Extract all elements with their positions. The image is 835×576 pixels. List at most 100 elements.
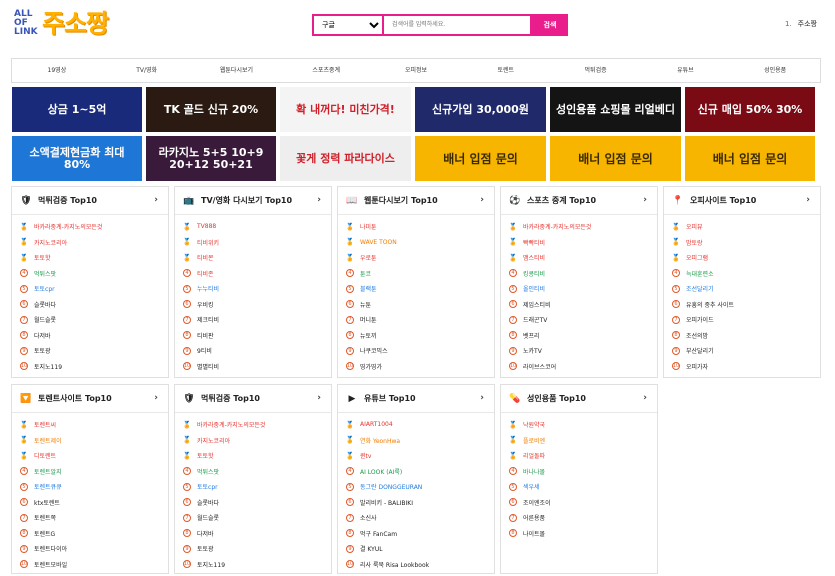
list-item[interactable]: 🏅 토토핫 (20, 250, 160, 266)
nav-item[interactable]: 토렌트 (461, 59, 551, 82)
list-item[interactable]: 8 조선의밤 (672, 328, 812, 344)
list-item[interactable]: 8 다저바 (183, 526, 323, 542)
banner-ad[interactable]: 배너 입점 문의 (685, 136, 815, 181)
list-item[interactable]: 4 늑대훈련소 (672, 266, 812, 282)
list-item[interactable]: 🏅 퀸tv (346, 448, 486, 464)
list-item[interactable]: 🏅 빡빡티비 (509, 235, 649, 251)
list-item[interactable]: 🏅 디토렌트 (20, 448, 160, 464)
nav-item[interactable]: 유튜브 (640, 59, 730, 82)
list-item[interactable]: 🏅 낙원약국 (509, 417, 649, 433)
nav-item[interactable]: 먹튀검증 (551, 59, 641, 82)
list-item[interactable]: 🏅 오피그램 (672, 250, 812, 266)
nav-item[interactable]: 성인용품 (730, 59, 820, 82)
list-item[interactable]: 7 소신사 (346, 510, 486, 526)
list-item[interactable]: 8 티비판 (183, 328, 323, 344)
list-item[interactable]: 🏅 TV888 (183, 219, 323, 235)
list-item[interactable]: 🏅 토렌트씨 (20, 417, 160, 433)
list-item[interactable]: 10 라이브스코어 (509, 359, 649, 375)
list-item[interactable]: 7 드래곤TV (509, 312, 649, 328)
nav-item[interactable]: 웹툰다시보기 (192, 59, 282, 82)
list-item[interactable]: 5 토렌트큐큐 (20, 479, 160, 495)
list-item[interactable]: 🏅 오피뷰 (672, 219, 812, 235)
list-item[interactable]: 4 토렌트알지 (20, 464, 160, 480)
list-item[interactable]: 6 우비킹 (183, 297, 323, 313)
nav-item[interactable]: TV/영화 (102, 59, 192, 82)
list-item[interactable]: 6 제임스티비 (509, 297, 649, 313)
list-item[interactable]: 7 오피가이드 (672, 312, 812, 328)
list-item[interactable]: 6 슬롯바다 (183, 495, 323, 511)
list-item[interactable]: 7 토렌트쪽 (20, 510, 160, 526)
list-item[interactable]: 🏅 바카라중계-카지노의모든것 (183, 417, 323, 433)
list-item[interactable]: 🏅 토토핫 (183, 448, 323, 464)
list-item[interactable]: 5 블랙툰 (346, 281, 486, 297)
list-item[interactable]: 6 슬롯바다 (20, 297, 160, 313)
list-item[interactable]: 4 바나나몰 (509, 464, 649, 480)
list-item[interactable]: 8 뉴토끼 (346, 328, 486, 344)
banner-ad[interactable]: 신규가입 30,000원 (415, 87, 546, 132)
list-item[interactable]: 10 리사 룩북 Risa Lookbook (346, 557, 486, 573)
list-item[interactable]: 🏅 연화 YeonHwa (346, 433, 486, 449)
list-item[interactable]: 9 토렌트다이아 (20, 541, 160, 557)
list-item[interactable]: 5 토토cpr (20, 281, 160, 297)
list-item[interactable]: 4 AI LOOK (AI룩) (346, 464, 486, 480)
card-header[interactable]: ▶ 유튜브 Top10 › (338, 385, 494, 413)
list-item[interactable]: 6 뉴툰 (346, 297, 486, 313)
list-item[interactable]: 5 조선달리기 (672, 281, 812, 297)
list-item[interactable]: 4 툰코 (346, 266, 486, 282)
list-item[interactable]: 9 토토광 (183, 541, 323, 557)
list-item[interactable]: 🏅 티비몬 (183, 250, 323, 266)
list-item[interactable]: 6 발리비키 - BALIBIKI (346, 495, 486, 511)
banner-ad[interactable]: 배너 입점 문의 (550, 136, 681, 181)
list-item[interactable]: 9 결 KYUL (346, 541, 486, 557)
list-item[interactable]: 5 누누티비 (183, 281, 323, 297)
card-header[interactable]: 🛡 먹튀검증 Top10 › (175, 385, 331, 413)
nav-item[interactable]: 오피정보 (371, 59, 461, 82)
list-item[interactable]: 🏅 토렌트제이 (20, 433, 160, 449)
list-item[interactable]: 🏅 카지노코리아 (183, 433, 323, 449)
list-item[interactable]: 9 나쿠코믹스 (346, 343, 486, 359)
card-header[interactable]: 📺 TV/영화 다시보기 Top10 › (175, 187, 331, 215)
list-item[interactable]: 🏅 나미툰 (346, 219, 486, 235)
banner-ad[interactable]: TK 골드 신규 20% (146, 87, 276, 132)
banner-ad[interactable]: 소액결제현금화 최대 80% (12, 136, 142, 181)
list-item[interactable]: 9 토토광 (20, 343, 160, 359)
card-header[interactable]: 🔽 토렌트사이트 Top10 › (12, 385, 168, 413)
banner-ad[interactable]: 상금 1~5억 (12, 87, 142, 132)
list-item[interactable]: 5 섹우세 (509, 479, 649, 495)
list-item[interactable]: 🏅 밤토랑 (672, 235, 812, 251)
nav-item[interactable]: 19영상 (12, 59, 102, 82)
search-engine-select[interactable]: 구글 (312, 14, 384, 36)
header-rank-link[interactable]: 1. 주소짱 (785, 19, 817, 29)
list-item[interactable]: 🏅 우로툰 (346, 250, 486, 266)
list-item[interactable]: 🏅 플로비엔 (509, 433, 649, 449)
list-item[interactable]: 5 토토cpr (183, 479, 323, 495)
list-item[interactable]: 7 제크티비 (183, 312, 323, 328)
banner-ad[interactable]: 확 내꺼다! 미친가격! (280, 87, 411, 132)
card-header[interactable]: ⚽ 스포츠 중계 Top10 › (501, 187, 657, 215)
list-item[interactable]: 4 킹콩티비 (509, 266, 649, 282)
list-item[interactable]: 8 토렌트G (20, 526, 160, 542)
site-logo[interactable]: ALL OF LINK 주소짱 (14, 8, 142, 42)
list-item[interactable]: 8 먹구 FanCam (346, 526, 486, 542)
chevron-right-icon[interactable]: › (480, 195, 484, 205)
list-item[interactable]: 🏅 바카라중계-카지노의모든것 (509, 219, 649, 235)
chevron-right-icon[interactable]: › (317, 195, 321, 205)
list-item[interactable]: 🏅 맴스티비 (509, 250, 649, 266)
list-item[interactable]: 5 올인티비 (509, 281, 649, 297)
banner-ad[interactable]: 성인용품 쇼핑몰 리얼베디 (550, 87, 681, 132)
chevron-right-icon[interactable]: › (317, 393, 321, 403)
list-item[interactable]: 9 부산달리기 (672, 343, 812, 359)
card-header[interactable]: 🛡 먹튀검증 Top10 › (12, 187, 168, 215)
list-item[interactable]: 🏅 티비위키 (183, 235, 323, 251)
list-item[interactable]: 7 어른용품 (509, 510, 649, 526)
card-header[interactable]: 💊 성인용품 Top10 › (501, 385, 657, 413)
list-item[interactable]: 7 월드슬롯 (20, 312, 160, 328)
list-item[interactable]: 10 토지노119 (183, 557, 323, 573)
list-item[interactable]: 10 별별티비 (183, 359, 323, 375)
search-input[interactable] (384, 14, 532, 36)
list-item[interactable]: 4 먹튀스팟 (183, 464, 323, 480)
list-item[interactable]: 9 노카TV (509, 343, 649, 359)
card-header[interactable]: 📖 웹툰다시보기 Top10 › (338, 187, 494, 215)
chevron-right-icon[interactable]: › (643, 393, 647, 403)
list-item[interactable]: 7 월드슬롯 (183, 510, 323, 526)
